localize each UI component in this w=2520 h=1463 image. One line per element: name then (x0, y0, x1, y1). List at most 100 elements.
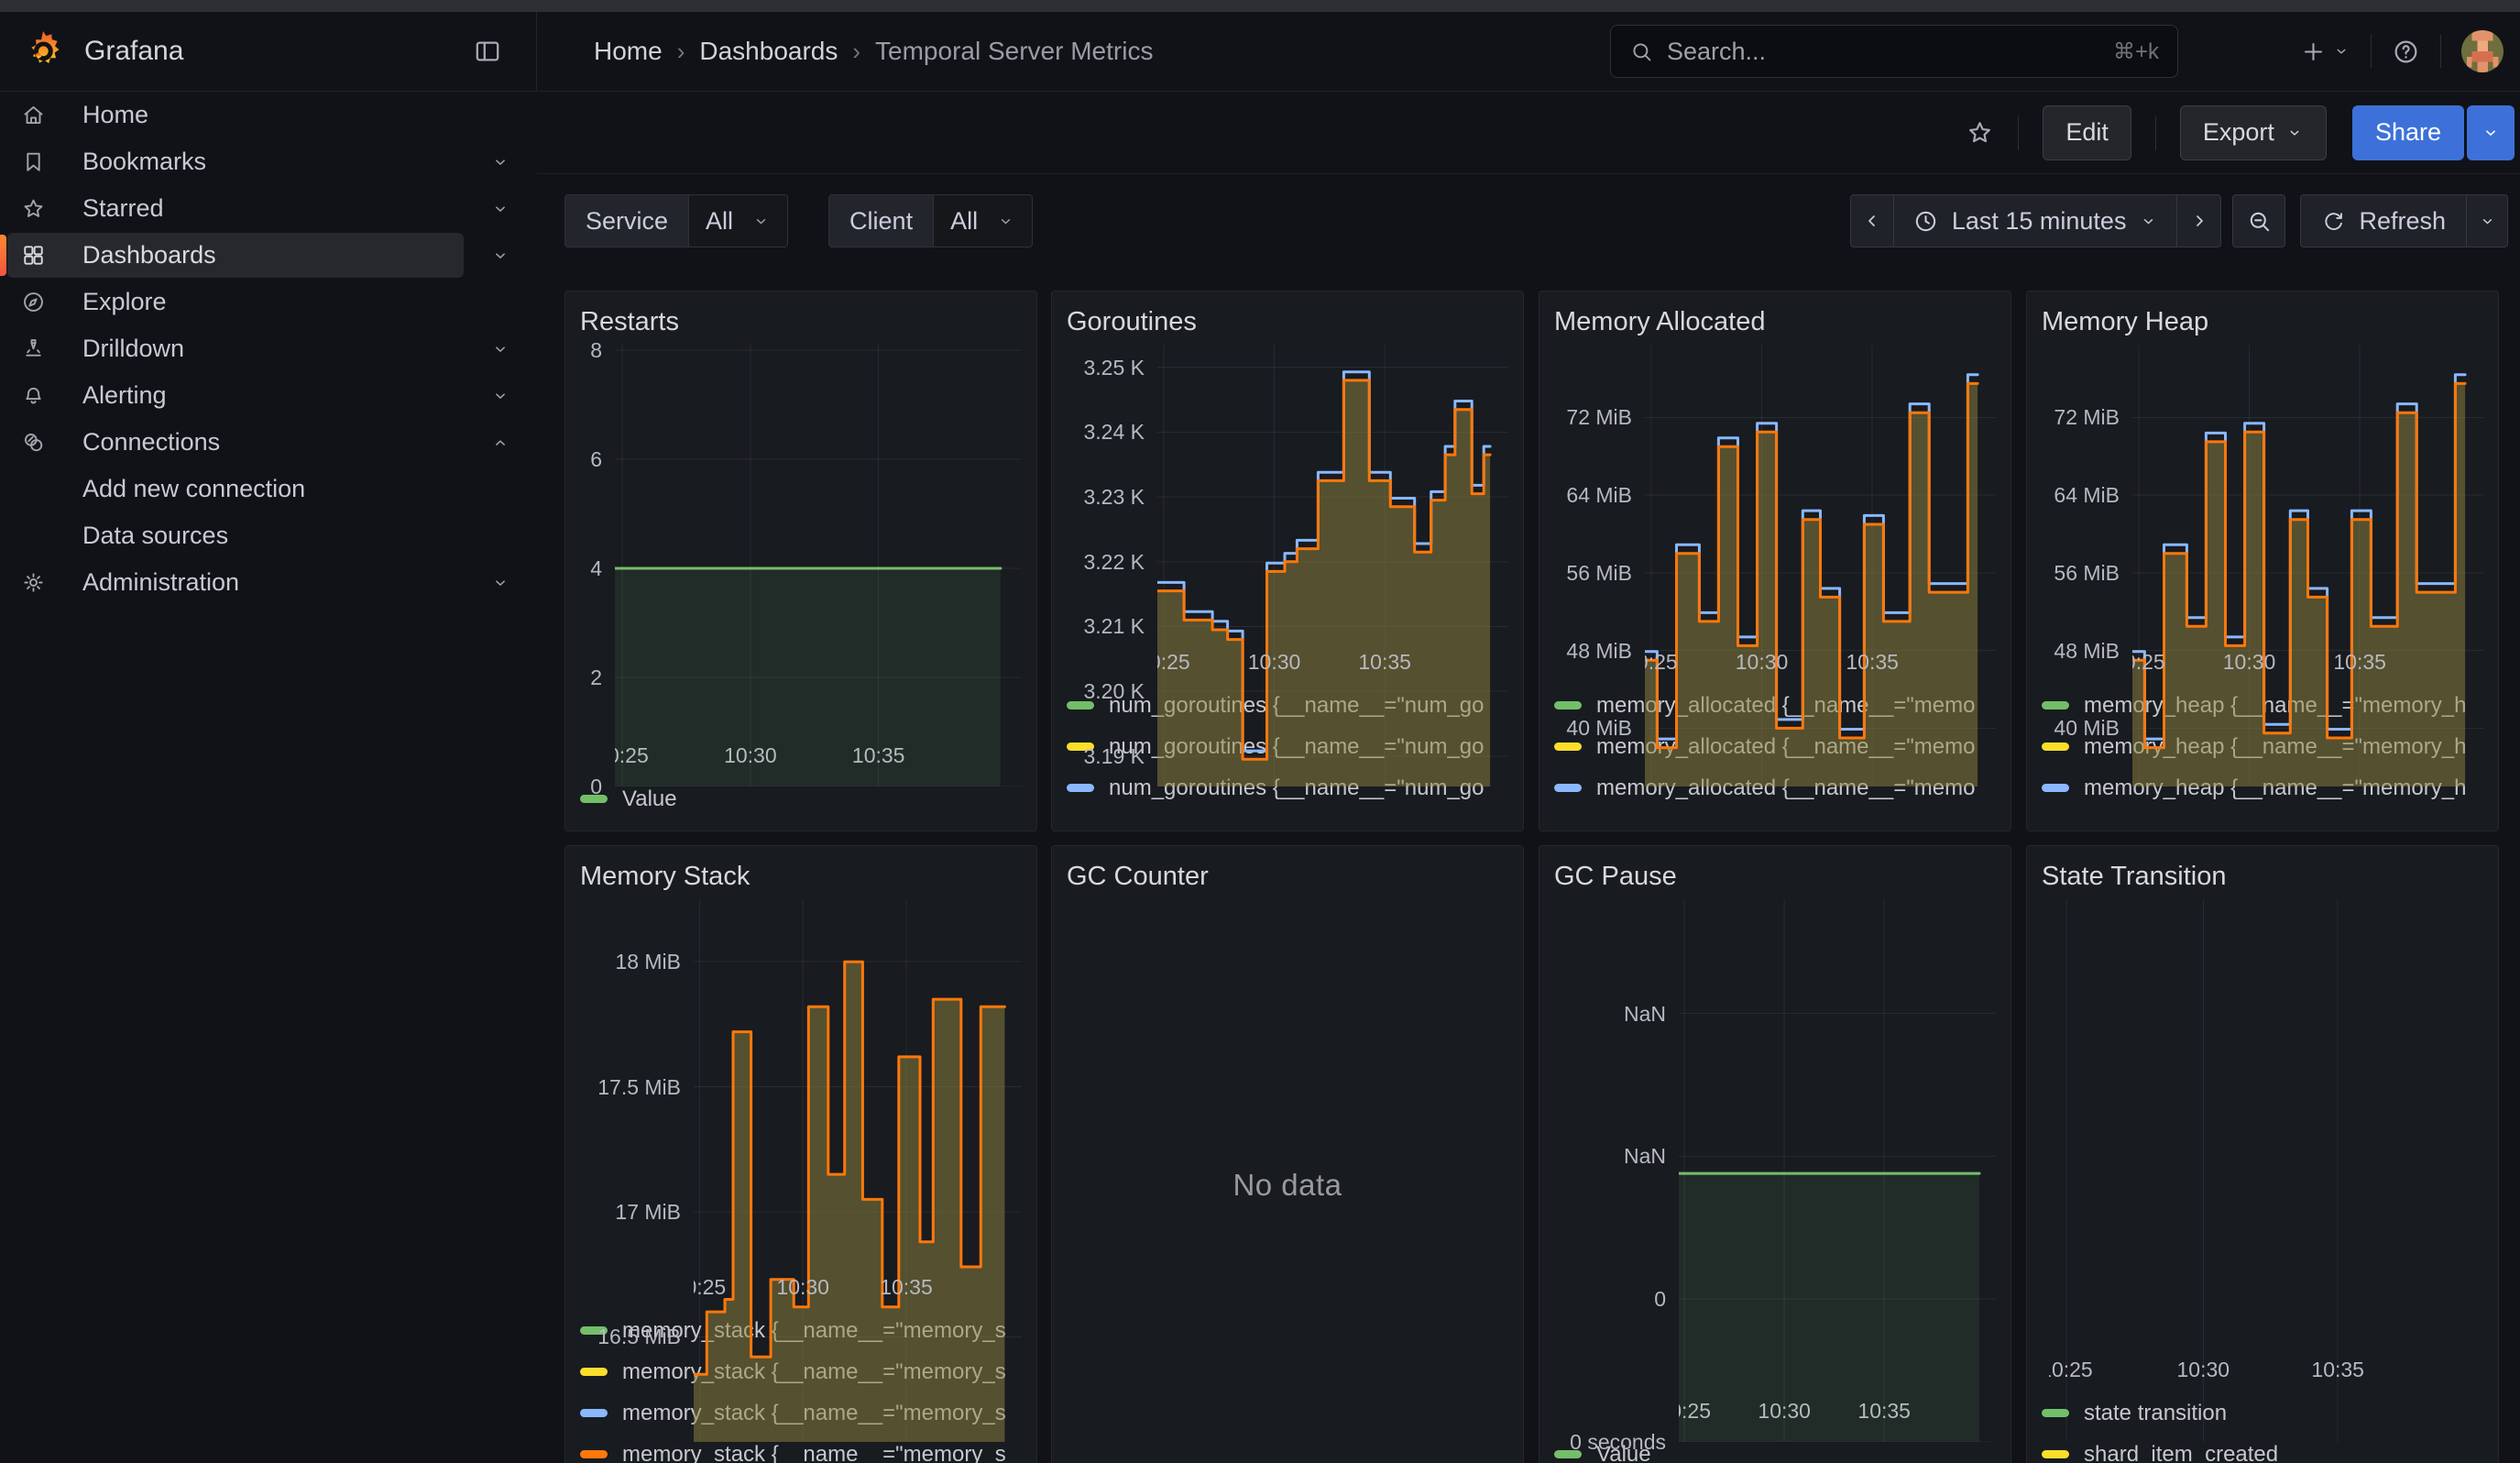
x-tick-label: 10:25 (2132, 650, 2165, 675)
sidebar-item-label: Administration (82, 568, 239, 597)
chevron-down-icon[interactable] (490, 152, 510, 172)
chevron-down-icon[interactable] (490, 386, 510, 406)
chevron-down-icon[interactable] (490, 246, 510, 266)
x-tick-label: 10:30 (776, 1275, 829, 1300)
no-data-message: No data (1067, 896, 1508, 1463)
y-tick-label: 3.21 K (1067, 613, 1145, 639)
x-tick-label: 10:35 (2311, 1358, 2364, 1382)
x-axis: 10:2510:3010:35 (615, 738, 1022, 771)
chevron-down-icon[interactable] (490, 573, 510, 593)
y-tick-label: 6 (580, 446, 602, 472)
y-tick-label: 48 MiB (2042, 638, 2120, 664)
y-axis: 18 MiB17.5 MiB17 MiB16.5 MiB (580, 899, 694, 1270)
y-tick-label: 40 MiB (1554, 715, 1632, 741)
chart-state-transition[interactable] (2042, 899, 2483, 1352)
x-tick-label: 10:25 (1645, 650, 1678, 675)
y-tick-label: 4 (580, 556, 602, 581)
chart-memory-heap[interactable]: 72 MiB64 MiB56 MiB48 MiB40 MiB (2042, 345, 2483, 644)
x-axis: 10:2510:3010:35 (2049, 1352, 2483, 1385)
panel-restarts: Restarts8642010:2510:3010:35Value (564, 291, 1037, 831)
y-tick-label: 2 (580, 665, 602, 690)
y-tick-label: 64 MiB (1554, 482, 1632, 508)
sidebar-item-label: Add new connection (82, 475, 305, 503)
x-tick-label: 10:25 (694, 1275, 726, 1300)
x-tick-label: 10:35 (852, 743, 905, 768)
dashboard-grid: Restarts8642010:2510:3010:35ValueGorouti… (0, 0, 2520, 1463)
x-tick-label: 10:30 (724, 743, 777, 768)
chart-memory-allocated[interactable]: 72 MiB64 MiB56 MiB48 MiB40 MiB (1554, 345, 1996, 644)
legend-label: shard_item_created (2084, 1442, 2278, 1463)
panel-title[interactable]: Memory Heap (2042, 302, 2483, 341)
y-tick-label: NaN (1554, 1001, 1666, 1027)
y-tick-label: 64 MiB (2042, 482, 2120, 508)
y-tick-label: 16.5 MiB (580, 1324, 681, 1349)
y-tick-label: 56 MiB (2042, 560, 2120, 586)
legend-item[interactable]: num_goroutines {__name__="num_go (1067, 808, 1508, 820)
y-axis: 3.25 K3.24 K3.23 K3.22 K3.21 K3.20 K3.19… (1067, 345, 1157, 644)
legend-label: memory_stack {__name__="memory_s (622, 1442, 1006, 1463)
y-axis: 72 MiB64 MiB56 MiB48 MiB40 MiB (1554, 345, 1645, 644)
panel-title[interactable]: Restarts (580, 302, 1022, 341)
legend-item[interactable]: memory_heap {__name__="memory_h (2042, 808, 2483, 820)
panel-gc-counter: GC CounterNo data (1051, 845, 1524, 1463)
grafana-app: { "window": { "chrome_color": "#2e2f34" … (0, 0, 2520, 1463)
x-tick-label: 10:35 (1846, 650, 1899, 675)
sidebar-item-label: Bookmarks (82, 148, 206, 176)
x-tick-label: 10:25 (2049, 1358, 2093, 1382)
y-tick-label: 3.20 K (1067, 678, 1145, 704)
sidebar-item-label: Drilldown (82, 335, 184, 363)
x-tick-label: 10:30 (1758, 1399, 1811, 1424)
legend-item[interactable]: memory_allocated {__name__="memo (1554, 808, 1996, 820)
x-tick-label: 10:30 (1248, 650, 1301, 675)
chevron-up-icon[interactable] (490, 433, 510, 453)
sidebar-item-label: Data sources (82, 522, 228, 550)
chart-memory-stack[interactable]: 18 MiB17.5 MiB17 MiB16.5 MiB (580, 899, 1022, 1270)
chart-gc-pause[interactable]: NaNNaN00 seconds (1554, 899, 1996, 1393)
legend-label: memory_allocated {__name__="memo (1596, 817, 1975, 820)
x-tick-label: 10:25 (1157, 650, 1190, 675)
panel-gc-pause: GC PauseNaNNaN00 seconds10:2510:3010:35V… (1539, 845, 2011, 1463)
x-tick-label: 10:35 (2333, 650, 2386, 675)
x-tick-label: 10:30 (1736, 650, 1789, 675)
panel-title[interactable]: GC Counter (1067, 857, 1508, 896)
chart-goroutines[interactable]: 3.25 K3.24 K3.23 K3.22 K3.21 K3.20 K3.19… (1067, 345, 1508, 644)
y-tick-label: 8 (580, 337, 602, 363)
x-tick-label: 10:35 (1857, 1399, 1911, 1424)
y-tick-label: 56 MiB (1554, 560, 1632, 586)
y-tick-label: 17 MiB (580, 1199, 681, 1225)
y-axis: 72 MiB64 MiB56 MiB48 MiB40 MiB (2042, 345, 2132, 644)
legend-swatch (2042, 1450, 2069, 1458)
sidebar-item-label: Alerting (82, 381, 167, 410)
y-tick-label: 3.24 K (1067, 419, 1145, 445)
chevron-down-icon[interactable] (490, 339, 510, 359)
panel-memory-allocated: Memory Allocated 72 MiB 64 MiB 56 MiB 48 MiB… (1539, 291, 2011, 831)
panel-title[interactable]: Goroutines (1067, 302, 1508, 341)
y-tick-label: 72 MiB (1554, 404, 1632, 430)
sidebar-item-label: Dashboards (82, 241, 216, 270)
y-tick-label: 48 MiB (1554, 638, 1632, 664)
legend-swatch (1554, 701, 1582, 710)
y-axis: 86420 (580, 345, 615, 738)
y-tick-label: 17.5 MiB (580, 1074, 681, 1100)
panel-title[interactable]: Memory Stack (580, 857, 1022, 896)
x-axis: 10:25 10:30 10:35 (1645, 644, 1996, 677)
panel-memory-heap: Memory Heap72 MiB64 MiB56 MiB48 MiB40 Mi… (2026, 291, 2499, 831)
legend-swatch (2042, 701, 2069, 710)
panel-title[interactable]: GC Pause (1554, 857, 1996, 896)
panel-title[interactable]: State Transition (2042, 857, 2483, 896)
sidebar-item-label: Starred (82, 194, 164, 223)
x-axis: 10:25 10:30 10:35 (1157, 644, 1508, 677)
panel-title[interactable]: Memory Allocated (1554, 302, 1996, 341)
y-tick-label: 3.23 K (1067, 484, 1145, 510)
x-tick-label: 10:35 (1358, 650, 1411, 675)
panel-goroutines: Goroutines3.25 K3.24 K3.23 K3.22 K3.21 K… (1051, 291, 1524, 831)
legend-label: memory_heap {__name__="memory_h (2084, 817, 2466, 820)
y-tick-label: NaN (1554, 1143, 1666, 1169)
legend-swatch (2042, 742, 2069, 751)
y-tick-label: 0 seconds (1554, 1429, 1666, 1455)
y-tick-label: 3.22 K (1067, 549, 1145, 575)
chevron-down-icon[interactable] (490, 199, 510, 219)
x-axis: 10:2510:3010:35 (694, 1270, 1022, 1303)
legend-swatch (2042, 784, 2069, 792)
chart-restarts[interactable]: 86420 (580, 345, 1022, 738)
